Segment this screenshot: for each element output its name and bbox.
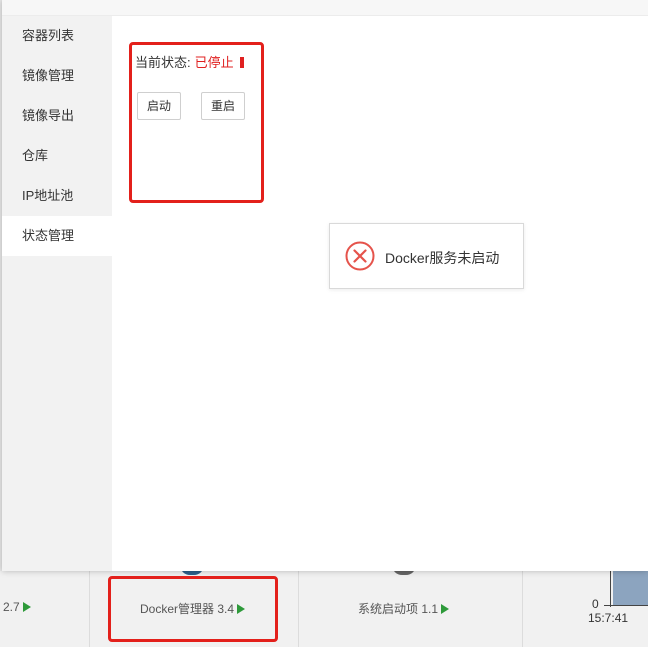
chart-zero-label: 0 — [592, 597, 599, 611]
play-triangle-icon[interactable] — [441, 604, 450, 614]
docker-manager-modal: 容器列表 镜像管理 镜像导出 仓库 IP地址池 状态管理 — [2, 0, 648, 571]
modal-sidebar: 容器列表 镜像管理 镜像导出 仓库 IP地址池 状态管理 — [2, 16, 112, 571]
sidebar-item-image-management[interactable]: 镜像管理 — [2, 56, 112, 96]
play-triangle-icon[interactable] — [22, 602, 31, 612]
modal-title-bar — [2, 0, 648, 16]
sidebar-item-status-management[interactable]: 状态管理 — [2, 216, 112, 256]
software-item-label: 2.7 — [3, 600, 20, 614]
chart-y-axis — [610, 571, 611, 607]
software-item-startup[interactable]: 系统启动项 1.1 — [358, 600, 450, 617]
status-label: 当前状态: — [135, 55, 191, 70]
sidebar-item-container-list[interactable]: 容器列表 — [2, 16, 112, 56]
software-item-label: 系统启动项 1.1 — [358, 602, 439, 616]
chart-time-label: 15:7:41 — [588, 611, 629, 625]
current-status: 当前状态: 已停止 — [135, 52, 244, 71]
play-triangle-icon[interactable] — [237, 604, 246, 614]
chart-bar — [613, 571, 648, 605]
error-circle-x-icon — [345, 241, 375, 271]
modal-content — [112, 16, 648, 571]
toast-message: Docker服务未启动 — [385, 250, 500, 266]
chart-x-axis — [604, 605, 648, 606]
software-item-docker[interactable]: Docker管理器 3.4 — [140, 600, 246, 617]
start-button[interactable]: 启动 — [137, 92, 182, 120]
restart-button[interactable]: 重启 — [201, 92, 246, 120]
error-toast: Docker服务未启动 — [329, 223, 524, 289]
sidebar-item-repository[interactable]: 仓库 — [2, 136, 112, 176]
sidebar-item-ip-pool[interactable]: IP地址池 — [2, 176, 112, 216]
status-value: 已停止 — [194, 55, 234, 70]
software-item-label: Docker管理器 3.4 — [140, 602, 235, 616]
sidebar-item-image-export[interactable]: 镜像导出 — [2, 96, 112, 136]
software-item-1[interactable]: 2.7 — [3, 600, 31, 614]
status-indicator — [239, 57, 244, 68]
